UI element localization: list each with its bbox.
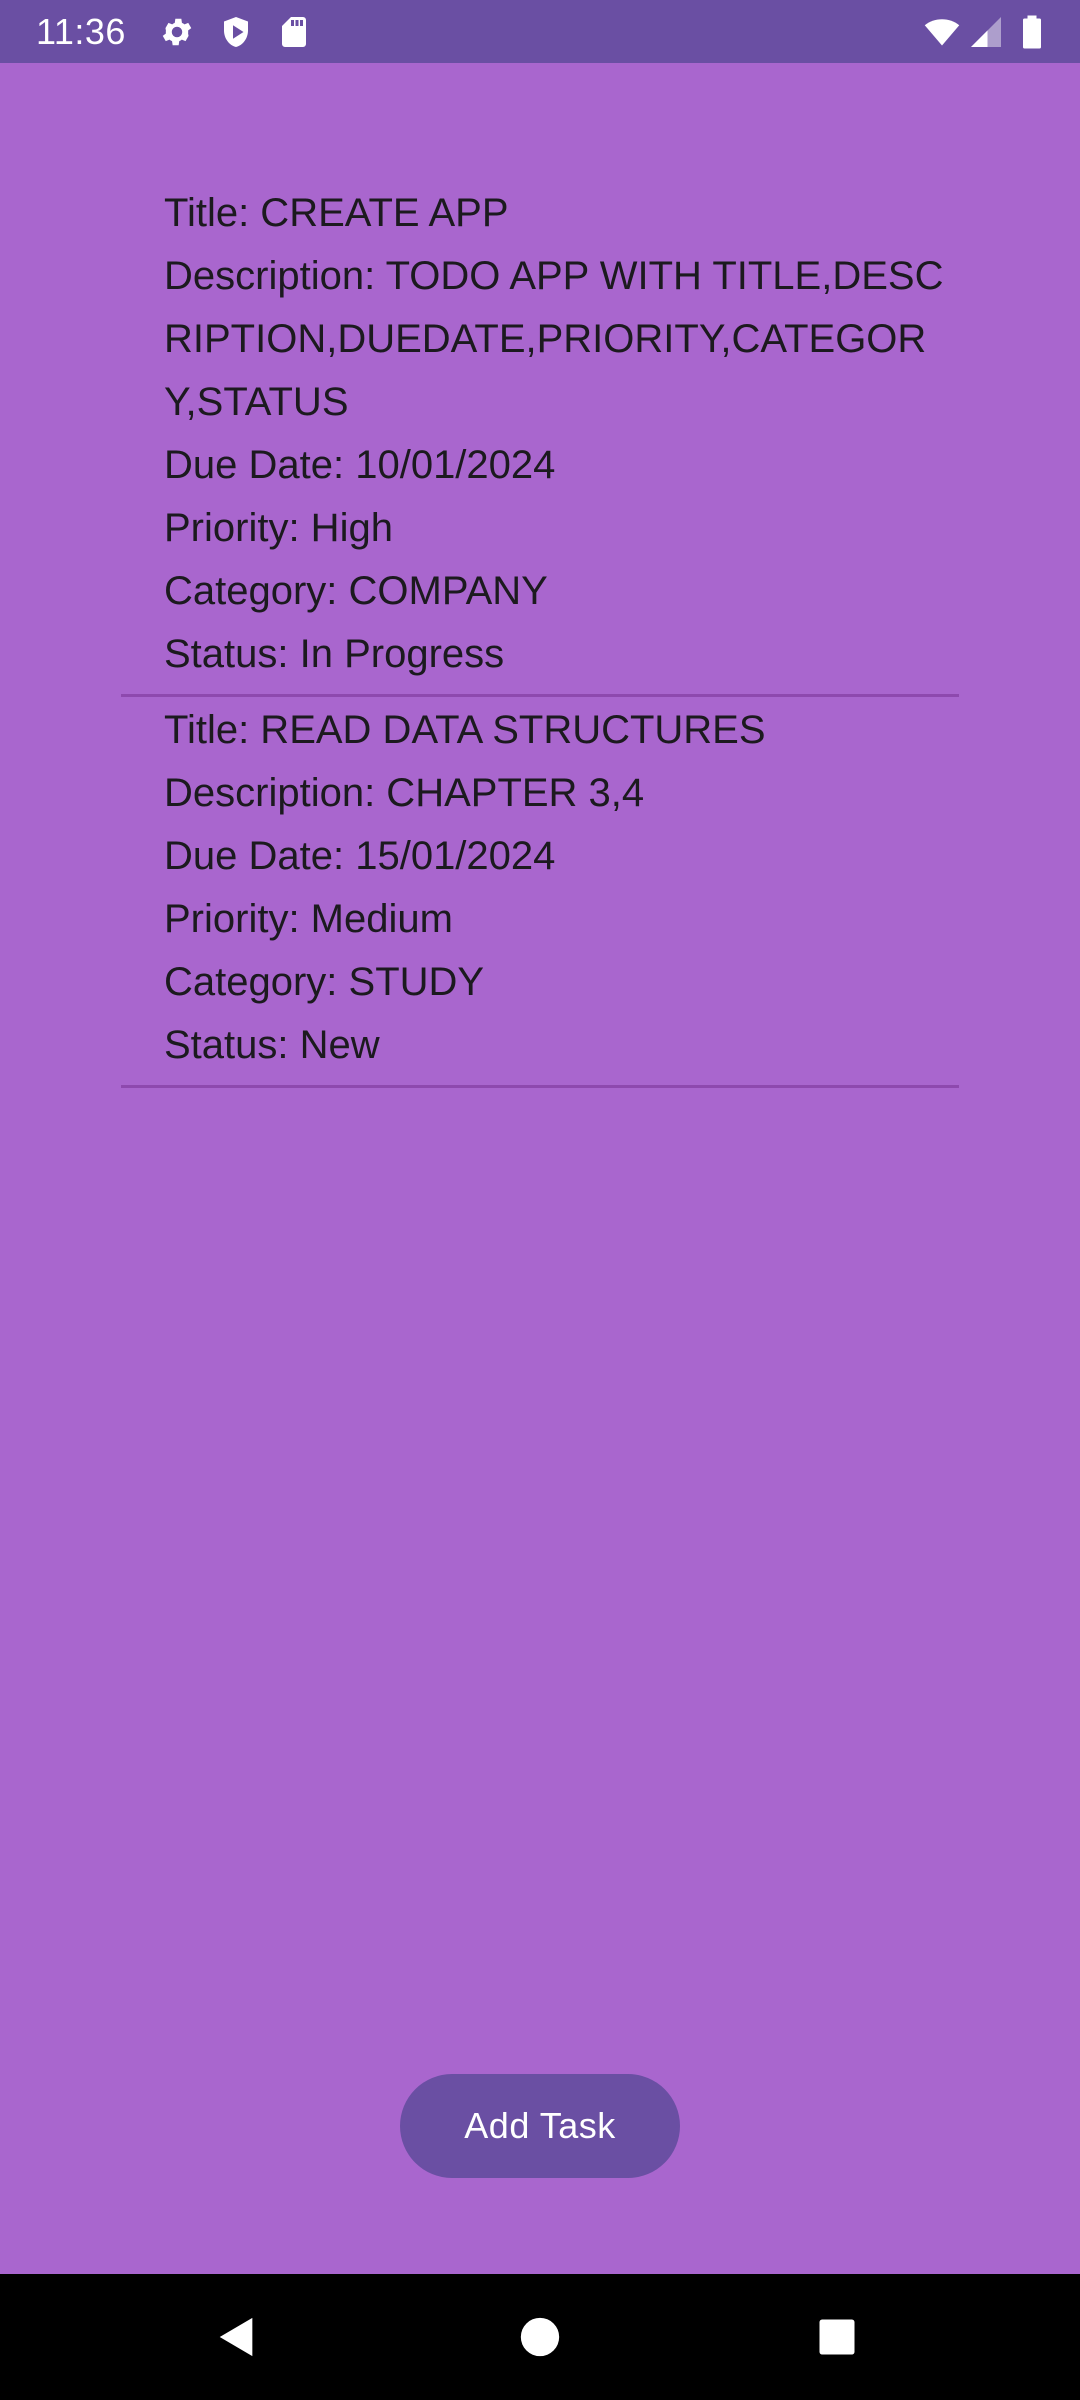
- task-list[interactable]: Title: CREATE APP Description: TODO APP …: [121, 182, 959, 1088]
- battery-icon: [1017, 14, 1047, 50]
- task-category: Category: STUDY: [164, 960, 485, 1004]
- task-status: Status: New: [164, 1023, 380, 1067]
- navigation-bar: [0, 2274, 1080, 2400]
- task-status: Status: In Progress: [164, 632, 505, 676]
- task-category: Category: COMPANY: [164, 569, 548, 613]
- wifi-icon: [922, 14, 962, 50]
- recents-icon[interactable]: [816, 2316, 858, 2358]
- task-priority: Priority: High: [164, 506, 393, 550]
- task-priority: Priority: Medium: [164, 897, 453, 941]
- status-bar: 11:36: [0, 0, 1080, 63]
- add-task-button[interactable]: Add Task: [400, 2074, 680, 2178]
- shield-play-icon: [218, 14, 254, 50]
- task-description: Description: CHAPTER 3,4: [164, 771, 645, 815]
- task-description: Description: TODO APP WITH TITLE,DESCRIP…: [164, 254, 944, 424]
- gear-icon: [159, 14, 195, 50]
- task-due-date: Due Date: 10/01/2024: [164, 443, 556, 487]
- task-item[interactable]: Title: READ DATA STRUCTURES Description:…: [121, 697, 959, 1088]
- back-icon[interactable]: [214, 2314, 260, 2360]
- signal-icon: [968, 14, 1004, 50]
- sd-card-icon: [276, 14, 312, 50]
- task-due-date: Due Date: 15/01/2024: [164, 834, 556, 878]
- status-time: 11:36: [36, 11, 126, 52]
- task-title: Title: CREATE APP: [164, 191, 509, 235]
- task-title: Title: READ DATA STRUCTURES: [164, 708, 766, 752]
- task-item[interactable]: Title: CREATE APP Description: TODO APP …: [121, 182, 959, 697]
- home-icon[interactable]: [517, 2314, 563, 2360]
